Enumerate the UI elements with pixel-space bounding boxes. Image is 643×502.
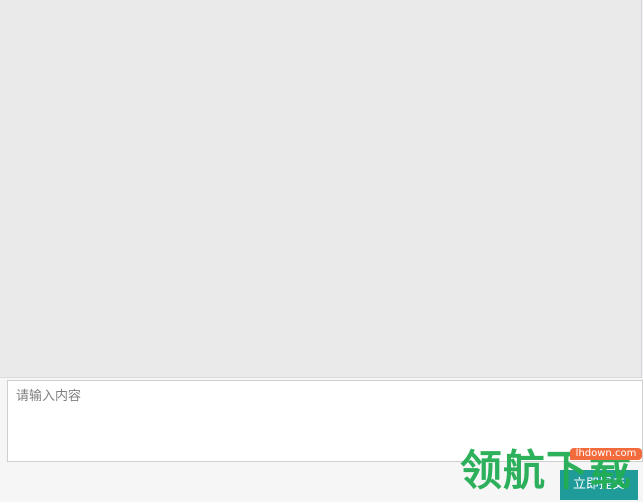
chat-window: 立即提交 领航下载 lhdown.com (0, 0, 643, 502)
submit-button[interactable]: 立即提交 (560, 470, 638, 500)
message-history-area[interactable] (0, 0, 642, 378)
message-composer: 立即提交 (0, 378, 643, 502)
message-input[interactable] (7, 380, 643, 462)
